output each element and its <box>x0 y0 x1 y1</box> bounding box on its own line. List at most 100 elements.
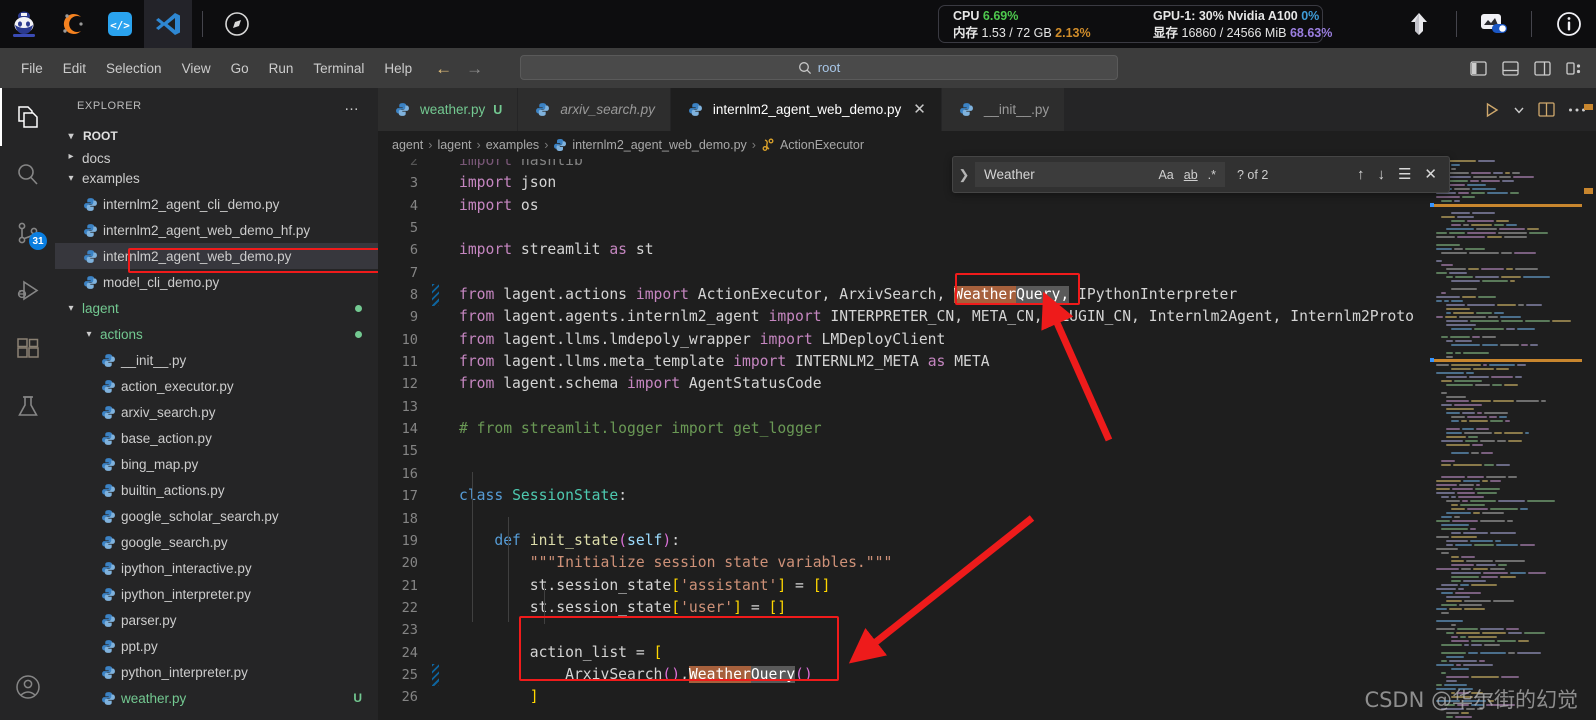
minimap-line <box>1430 691 1582 694</box>
tree-item-action-executor-py[interactable]: action_executor.py <box>55 373 378 399</box>
explorer-more-actions-button[interactable]: … <box>344 97 360 114</box>
menu-help[interactable]: Help <box>375 57 421 80</box>
activitybar-search[interactable] <box>0 146 55 204</box>
menu-selection[interactable]: Selection <box>97 57 171 80</box>
minimap-scrollbar[interactable] <box>1582 88 1596 649</box>
menu-go[interactable]: Go <box>222 57 258 80</box>
breadcrumb-part-lagent[interactable]: lagent <box>437 138 471 152</box>
minimap-line <box>1430 643 1582 646</box>
tree-item-lagent[interactable]: ▾ lagent <box>55 295 378 321</box>
editor-tab--init-py[interactable]: __init__.py <box>941 88 1066 131</box>
activitybar-extensions[interactable] <box>0 320 55 378</box>
navigate-back-icon[interactable]: ← <box>435 60 452 77</box>
navigate-forward-icon[interactable]: → <box>466 60 483 77</box>
breadcrumb-part-file[interactable]: internlm2_agent_web_demo.py <box>572 138 746 152</box>
activitybar-accounts[interactable] <box>0 658 55 716</box>
tree-item-bing-map-py[interactable]: bing_map.py <box>55 451 378 477</box>
run-options-chevron-icon[interactable] <box>1513 104 1525 116</box>
quick-open-search[interactable]: root <box>520 55 1118 80</box>
breadcrumb-part-examples[interactable]: examples <box>486 138 540 152</box>
code-line-13: 13 <box>378 396 1596 418</box>
tree-item-parser-py[interactable]: parser.py <box>55 607 378 633</box>
toggle-panel-icon[interactable] <box>1500 58 1520 78</box>
menu-terminal[interactable]: Terminal <box>304 57 373 80</box>
minimap[interactable] <box>1430 159 1582 720</box>
tree-item-internlm2-agent-web-demo-py[interactable]: internlm2_agent_web_demo.py <box>55 243 378 269</box>
minimap-line <box>1430 695 1582 698</box>
run-python-file-button[interactable] <box>1484 102 1500 118</box>
minimap-line <box>1430 191 1582 194</box>
tree-item-ipython-interactive-py[interactable]: ipython_interactive.py <box>55 555 378 581</box>
minimap-line <box>1430 535 1582 538</box>
tree-item-label: action_executor.py <box>121 378 234 394</box>
close-tab-icon[interactable]: ✕ <box>913 102 926 117</box>
python-file-icon <box>99 665 118 680</box>
activitybar-explorer[interactable] <box>0 88 55 146</box>
app-icon-mascot[interactable] <box>0 0 48 48</box>
tree-item-google-search-py[interactable]: google_search.py <box>55 529 378 555</box>
find-input[interactable]: Weather Aa ab .* <box>975 162 1225 187</box>
toggle-secondary-sidebar-icon[interactable] <box>1532 58 1552 78</box>
minimap-line <box>1430 699 1582 702</box>
upload-arrow-icon[interactable] <box>1392 0 1446 48</box>
customize-layout-icon[interactable] <box>1564 58 1584 78</box>
activitybar-testing[interactable] <box>0 378 55 436</box>
menu-view[interactable]: View <box>173 57 220 80</box>
activitybar-run-debug[interactable] <box>0 262 55 320</box>
split-editor-right-button[interactable] <box>1538 102 1555 117</box>
menu-edit[interactable]: Edit <box>54 57 95 80</box>
menubar: File Edit Selection View Go Run Terminal… <box>0 48 1596 88</box>
minimap-line <box>1430 523 1582 526</box>
activitybar-source-control[interactable]: 31 <box>0 204 55 262</box>
tree-item-ppt-py[interactable]: ppt.py <box>55 633 378 659</box>
app-icon-code-snippet[interactable]: </> <box>96 0 144 48</box>
minimap-line <box>1430 575 1582 578</box>
breadcrumb-part-symbol[interactable]: ActionExecutor <box>780 138 864 152</box>
minimap-line <box>1430 715 1582 718</box>
minimap-line <box>1430 463 1582 466</box>
menu-run[interactable]: Run <box>260 57 303 80</box>
toggle-primary-sidebar-icon[interactable] <box>1468 58 1488 78</box>
navigation-arrows: ← → <box>435 60 483 77</box>
minimap-line <box>1430 635 1582 638</box>
app-icon-conda[interactable] <box>48 0 96 48</box>
tree-item-python-interpreter-py[interactable]: python_interpreter.py <box>55 659 378 685</box>
screen-share-toggle-icon[interactable] <box>1467 0 1521 48</box>
tree-item-base-action-py[interactable]: base_action.py <box>55 425 378 451</box>
regex-toggle[interactable]: .* <box>1204 166 1220 184</box>
editor-tab-weather-py[interactable]: weather.py U <box>378 88 519 131</box>
app-icon-compass[interactable] <box>213 0 261 48</box>
tree-item-examples[interactable]: ▾ examples <box>55 165 378 191</box>
match-case-toggle[interactable]: Aa <box>1154 166 1177 184</box>
tree-item-model-cli-demo-py[interactable]: model_cli_demo.py <box>55 269 378 295</box>
explorer-root-folder[interactable]: ▾ ROOT <box>55 123 378 149</box>
tree-item--init-py[interactable]: __init__.py <box>55 347 378 373</box>
close-find-button[interactable]: ✕ <box>1424 167 1437 182</box>
find-next-button[interactable]: ↓ <box>1377 167 1385 182</box>
tree-item-arxiv-search-py[interactable]: arxiv_search.py <box>55 399 378 425</box>
breadcrumb-part-agent[interactable]: agent <box>392 138 423 152</box>
tree-item-ipython-interpreter-py[interactable]: ipython_interpreter.py <box>55 581 378 607</box>
tree-item-actions[interactable]: ▾ actions <box>55 321 378 347</box>
tree-item-internlm2-agent-web-demo-hf-py[interactable]: internlm2_agent_web_demo_hf.py <box>55 217 378 243</box>
app-icon-vscode[interactable] <box>144 0 192 48</box>
whole-word-toggle[interactable]: ab <box>1180 166 1202 184</box>
minimap-line <box>1430 603 1582 606</box>
tree-item-builtin-actions-py[interactable]: builtin_actions.py <box>55 477 378 503</box>
editor-tab-internlm2-agent-web-demo-py[interactable]: internlm2_agent_web_demo.py ✕ <box>670 88 942 131</box>
tree-item-google-scholar-search-py[interactable]: google_scholar_search.py <box>55 503 378 529</box>
tree-item-docs[interactable]: ▸ docs <box>55 151 378 165</box>
tree-item-label: internlm2_agent_web_demo.py <box>103 248 292 264</box>
menu-file[interactable]: File <box>12 57 52 80</box>
find-in-selection-button[interactable]: ☰ <box>1398 167 1411 182</box>
tree-item-internlm2-agent-cli-demo-py[interactable]: internlm2_agent_cli_demo.py <box>55 191 378 217</box>
chevron-right-icon[interactable]: ❯ <box>953 167 975 183</box>
tree-item-weather-py[interactable]: weather.py U <box>55 685 378 711</box>
find-previous-button[interactable]: ↑ <box>1357 167 1365 182</box>
editor-tab-arxiv-search-py[interactable]: arxiv_search.py <box>518 88 671 131</box>
minimap-line <box>1430 515 1582 518</box>
code-viewport[interactable]: 2 import hashlib 3 import json 4 import os 5 6 i… <box>378 159 1596 720</box>
info-icon[interactable] <box>1542 0 1596 48</box>
minimap-line <box>1430 451 1582 454</box>
code-text: import streamlit as st <box>459 241 654 259</box>
